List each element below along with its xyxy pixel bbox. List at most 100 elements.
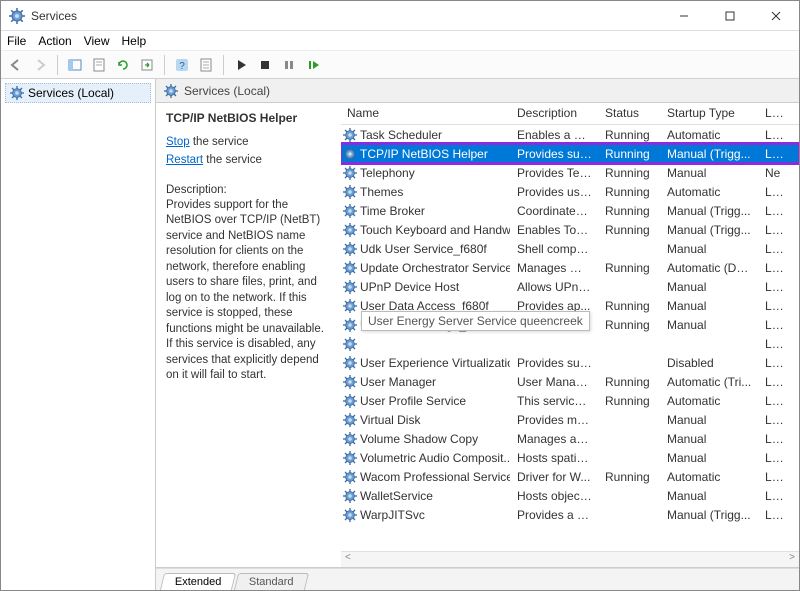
table-row[interactable]: User Profile ServiceThis service i...Run… [341,391,799,410]
service-name-cell: Volumetric Audio Composit... [360,451,511,465]
service-status-cell: Running [599,144,661,164]
show-hide-tree-button[interactable] [64,54,86,76]
close-button[interactable] [753,1,799,31]
service-logon-cell: Loc [759,315,789,335]
service-status-cell [599,360,661,366]
properties2-button[interactable] [195,54,217,76]
gear-icon [343,337,357,351]
service-name-cell: Time Broker [360,204,425,218]
maximize-button[interactable] [707,1,753,31]
tab-standard[interactable]: Standard [234,573,309,590]
forward-button[interactable] [29,54,51,76]
service-status-cell [599,455,661,461]
stop-button[interactable] [254,54,276,76]
service-name-cell: Virtual Disk [360,413,420,427]
service-name-cell: Task Scheduler [360,128,442,142]
col-header-startup[interactable]: Startup Type [661,103,759,124]
table-row[interactable]: TCP/IP NetBIOS HelperProvides sup...Runn… [341,144,799,163]
col-header-logon[interactable]: Log [759,103,789,124]
back-button[interactable] [5,54,27,76]
service-name-cell: User Profile Service [360,394,466,408]
gear-icon [343,204,357,218]
col-header-status[interactable]: Status [599,103,661,124]
table-row[interactable]: TelephonyProvides Tel...RunningManualNe [341,163,799,182]
table-row[interactable]: Update Orchestrator ServiceManages Wi...… [341,258,799,277]
table-row[interactable]: WarpJITSvcProvides a JI...Manual (Trigg.… [341,505,799,524]
service-name-cell: Volume Shadow Copy [360,432,478,446]
menu-file[interactable]: File [7,34,26,48]
service-status-cell: Running [599,220,661,240]
table-row[interactable]: Volumetric Audio Composit...Hosts spatia… [341,448,799,467]
service-logon-cell: Loc [759,448,789,468]
gear-icon [343,394,357,408]
col-header-name[interactable]: Name [341,103,511,124]
service-startup-cell: Automatic [661,182,759,202]
menu-view[interactable]: View [84,34,110,48]
horizontal-scrollbar[interactable]: <> [341,551,799,567]
refresh-button[interactable] [112,54,134,76]
minimize-button[interactable] [661,1,707,31]
service-name-cell: Wacom Professional Service [360,470,511,484]
table-row[interactable]: Task SchedulerEnables a us...RunningAuto… [341,125,799,144]
service-desc-cell: Provides use... [511,182,599,202]
table-row[interactable]: UPnP Device HostAllows UPnP ...ManualLoc [341,277,799,296]
service-startup-cell: Manual [661,429,759,449]
service-status-cell [599,246,661,252]
gear-icon [343,185,357,199]
help-button[interactable]: ? [171,54,193,76]
table-row[interactable]: WalletServiceHosts object...ManualLoc [341,486,799,505]
service-rows[interactable]: Task SchedulerEnables a us...RunningAuto… [341,125,799,551]
table-row[interactable]: User ManagerUser Manag...RunningAutomati… [341,372,799,391]
service-name-cell: User Manager [360,375,436,389]
restart-link[interactable]: Restart [166,154,203,166]
table-row[interactable]: ThemesProvides use...RunningAutomaticLoc [341,182,799,201]
service-status-cell [599,436,661,442]
table-row[interactable]: User Experience Virtualizatio...Provides… [341,353,799,372]
service-startup-cell: Manual [661,239,759,259]
stop-link[interactable]: Stop [166,136,190,148]
service-name-cell: User Experience Virtualizatio... [360,356,511,370]
table-row[interactable]: Virtual DiskProvides ma...ManualLoc [341,410,799,429]
gear-icon [343,318,357,332]
service-startup-cell [661,341,759,347]
table-row[interactable]: Time BrokerCoordinates ...RunningManual … [341,201,799,220]
menu-help[interactable]: Help [122,34,147,48]
service-name-cell: WalletService [360,489,433,503]
separator-icon [164,55,165,75]
col-header-description[interactable]: Description [511,103,599,124]
service-desc-cell: Manages an... [511,429,599,449]
service-name-cell: UPnP Device Host [360,280,459,294]
service-logon-cell: Loc [759,239,789,259]
pause-button[interactable] [278,54,300,76]
table-row[interactable]: Volume Shadow CopyManages an...ManualLoc [341,429,799,448]
service-startup-cell: Manual (Trigg... [661,505,759,525]
service-startup-cell: Manual [661,163,759,183]
properties-button[interactable] [88,54,110,76]
table-row[interactable]: Udk User Service_f680fShell compo...Manu… [341,239,799,258]
restart-button[interactable] [302,54,324,76]
table-row[interactable]: Wacom Professional ServiceDriver for W..… [341,467,799,486]
gear-icon [343,356,357,370]
export-button[interactable] [136,54,158,76]
service-logon-cell: Loc [759,334,789,354]
start-button[interactable] [230,54,252,76]
service-status-cell [599,512,661,518]
service-status-cell: Running [599,125,661,145]
service-desc-cell: Provides Tel... [511,163,599,183]
service-status-cell: Running [599,201,661,221]
tab-extended[interactable]: Extended [160,573,237,590]
service-status-cell: Running [599,467,661,487]
service-logon-cell: Loc [759,125,789,145]
gear-icon [343,451,357,465]
tree-item-services-local[interactable]: Services (Local) [5,83,151,103]
menu-action[interactable]: Action [38,34,71,48]
service-startup-cell: Manual [661,410,759,430]
service-name-cell: Udk User Service_f680f [360,242,487,256]
description-text: Provides support for the NetBIOS over TC… [166,198,331,384]
stop-suffix: the service [190,136,249,148]
service-logon-cell: Loc [759,486,789,506]
service-startup-cell: Manual (Trigg... [661,144,759,164]
main-area: Services (Local) Services (Local) TCP/IP… [1,79,799,590]
table-row[interactable]: Touch Keyboard and Handw...Enables Tou..… [341,220,799,239]
table-row[interactable]: Loc [341,334,799,353]
